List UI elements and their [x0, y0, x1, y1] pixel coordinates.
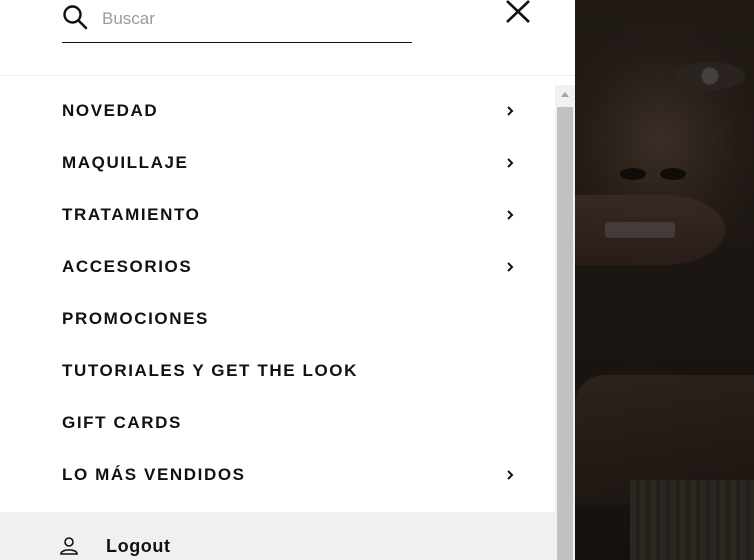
- photo-sleeve: [630, 480, 754, 560]
- menu-item-novedad[interactable]: NOVEDAD: [0, 85, 555, 137]
- menu-item-label: PROMOCIONES: [62, 309, 210, 328]
- menu-item-label: TRATAMIENTO: [62, 205, 201, 224]
- search-input[interactable]: [102, 6, 402, 32]
- chevron-right-icon: [507, 470, 514, 480]
- menu-item-label: TUTORIALES Y GET THE LOOK: [62, 361, 358, 380]
- chevron-right-icon: [507, 210, 514, 220]
- menu-item-label: ACCESORIOS: [62, 257, 193, 276]
- background-photo: [575, 0, 754, 560]
- menu-item-maquillaje[interactable]: MAQUILLAJE: [0, 137, 555, 189]
- chevron-right-icon: [507, 106, 514, 116]
- menu-item-label: MAQUILLAJE: [62, 153, 189, 172]
- menu-item-label: GIFT CARDS: [62, 413, 182, 432]
- menu-list: NOVEDAD MAQUILLAJE TRATAMIENTO ACCESORIO…: [0, 85, 555, 512]
- scrollbar-thumb[interactable]: [557, 107, 573, 560]
- user-icon: [60, 537, 78, 555]
- menu-item-tratamiento[interactable]: TRATAMIENTO: [0, 189, 555, 241]
- menu-item-gift-cards[interactable]: GIFT CARDS: [0, 397, 555, 449]
- menu-item-label: LO MÁS VENDIDOS: [62, 465, 246, 484]
- chevron-right-icon: [507, 262, 514, 272]
- search-underline: [62, 42, 412, 43]
- search-icon[interactable]: [62, 4, 88, 30]
- menu-item-lo-mas-vendidos[interactable]: LO MÁS VENDIDOS: [0, 449, 555, 501]
- menu-item-label: NOVEDAD: [62, 101, 159, 120]
- photo-teeth: [605, 222, 675, 238]
- menu-item-accesorios[interactable]: ACCESORIOS: [0, 241, 555, 293]
- scrollbar[interactable]: [555, 85, 575, 560]
- chevron-right-icon: [507, 158, 514, 168]
- photo-nostril: [620, 168, 646, 180]
- menu-item-promociones[interactable]: PROMOCIONES: [0, 293, 555, 345]
- photo-eye: [675, 62, 745, 90]
- drawer-header: [0, 0, 575, 76]
- menu-drawer: NOVEDAD MAQUILLAJE TRATAMIENTO ACCESORIO…: [0, 0, 575, 560]
- scroll-up-arrow-icon[interactable]: [555, 85, 575, 105]
- logout-button[interactable]: Logout: [0, 512, 555, 560]
- close-icon[interactable]: [504, 0, 532, 24]
- logout-label: Logout: [106, 536, 171, 556]
- menu-item-tutoriales[interactable]: TUTORIALES Y GET THE LOOK: [0, 345, 555, 397]
- photo-nostril: [660, 168, 686, 180]
